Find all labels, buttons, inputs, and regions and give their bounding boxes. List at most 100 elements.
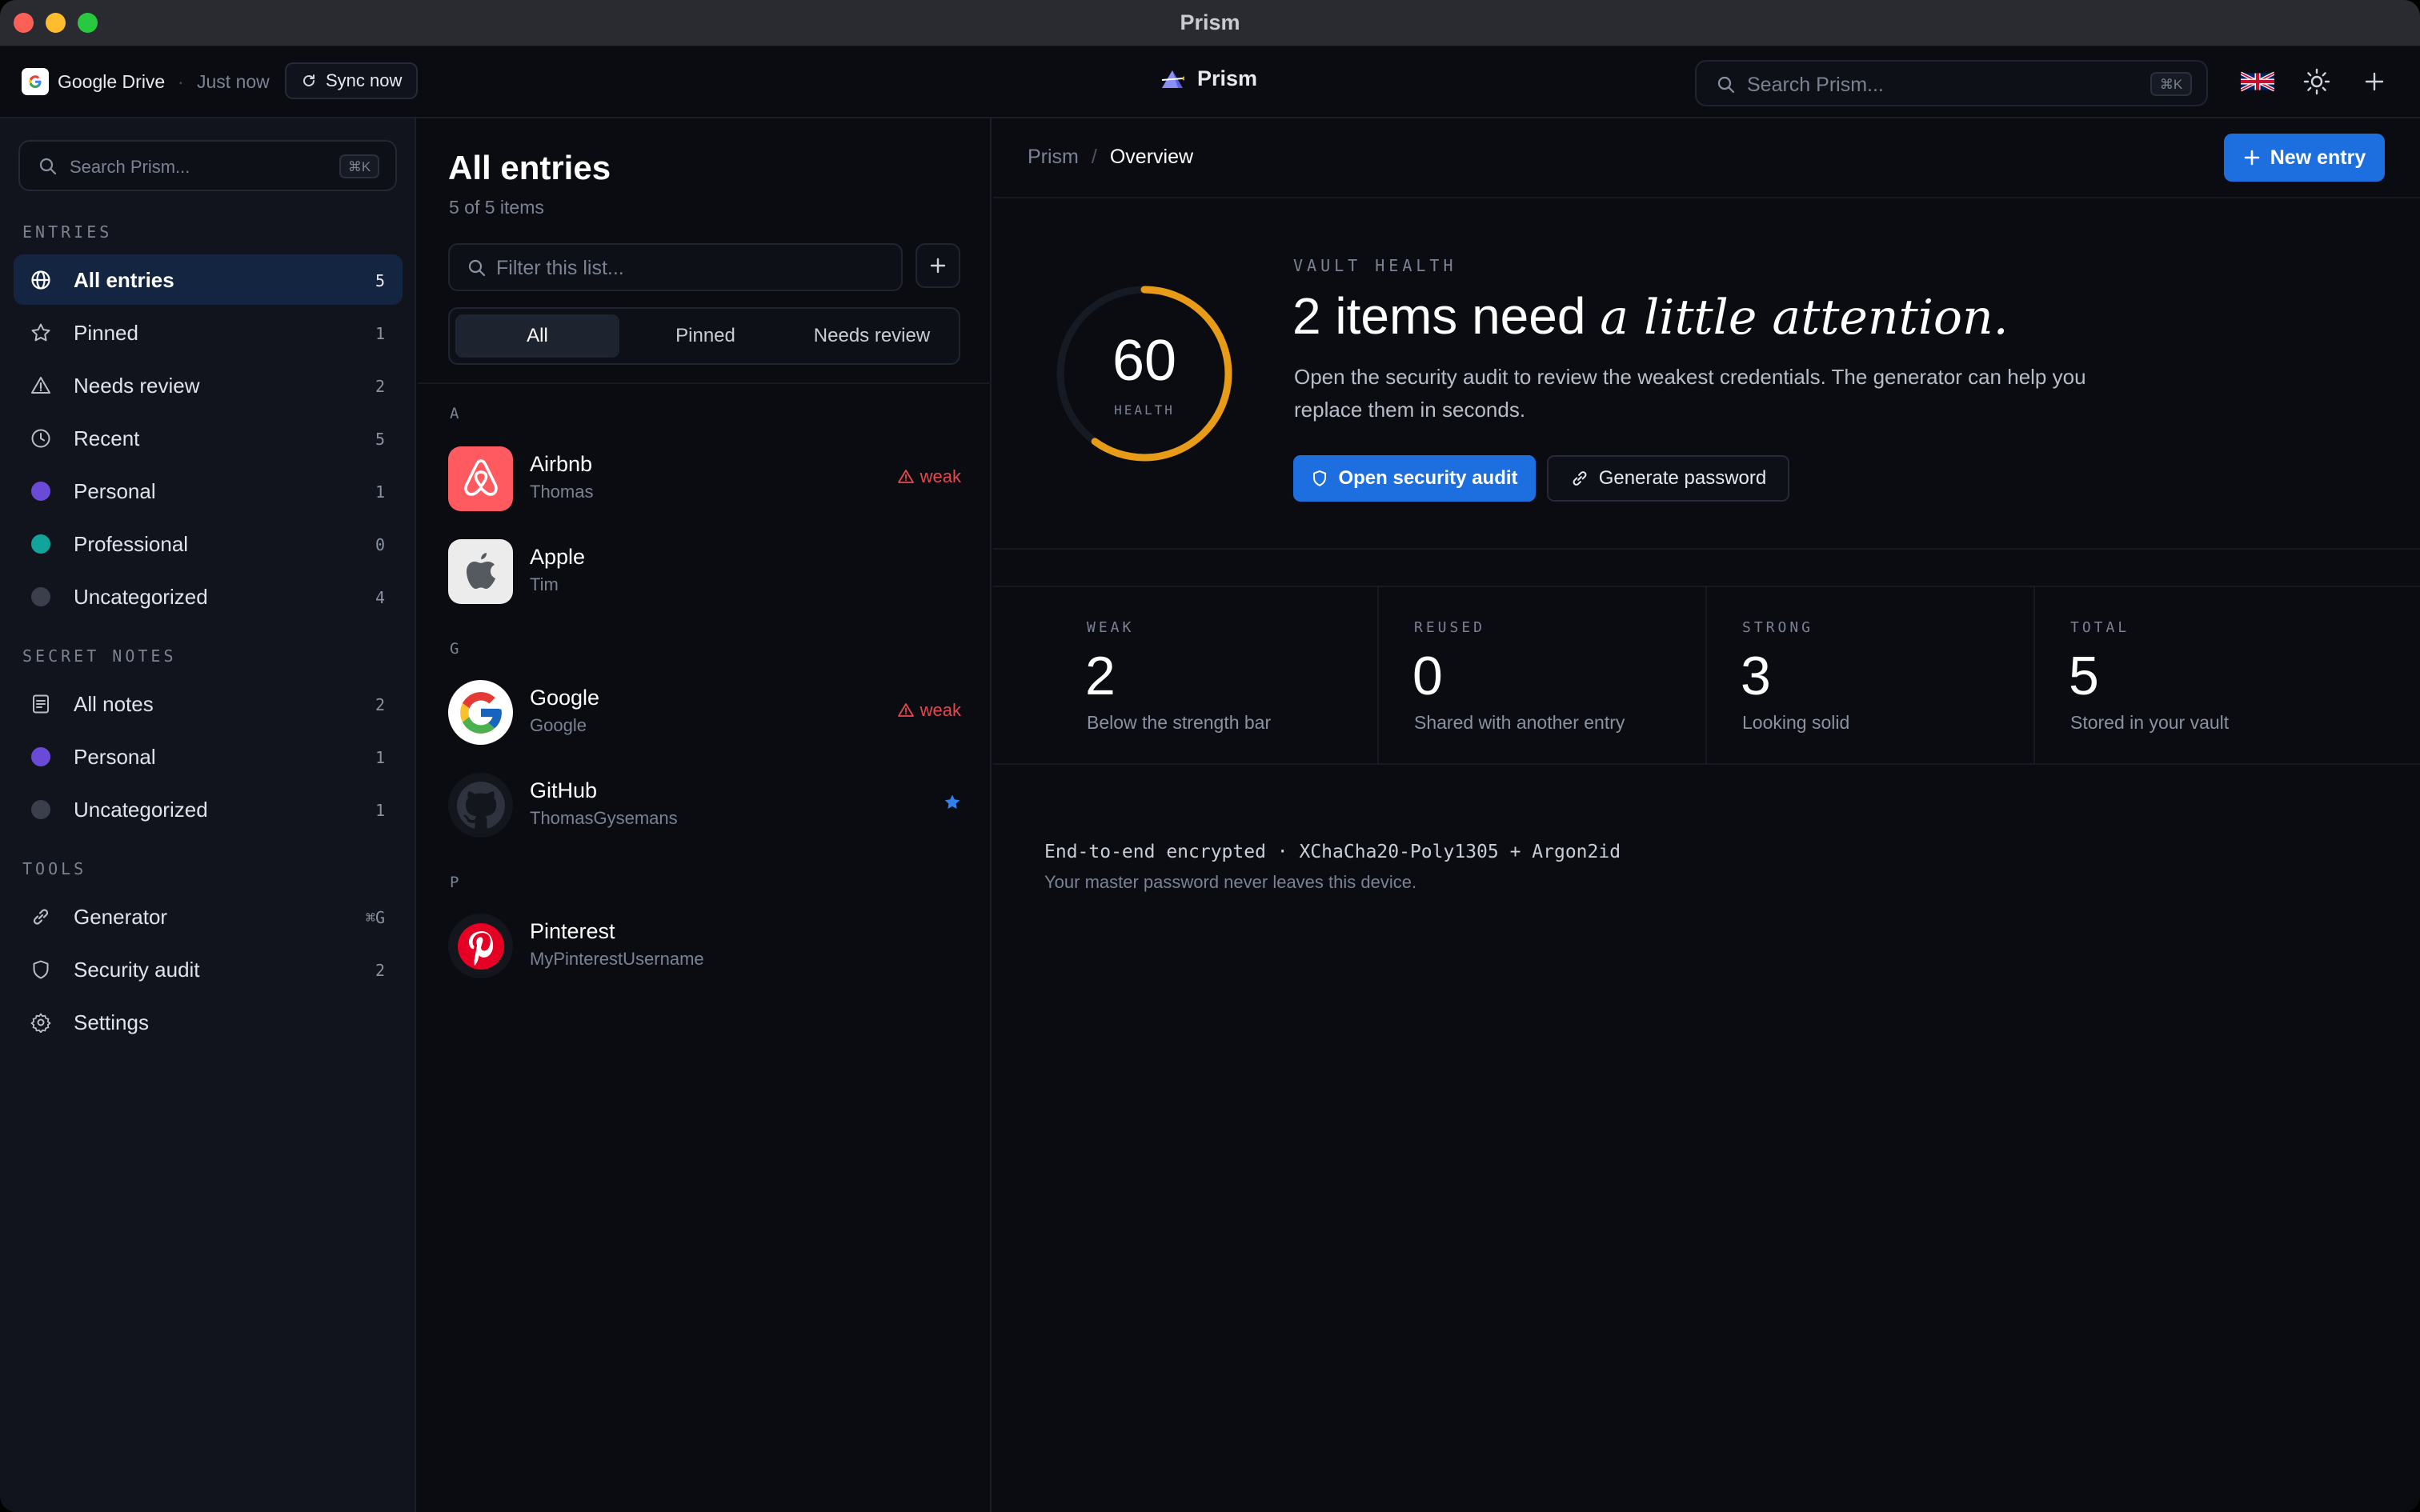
sync-now-label: Sync now: [326, 70, 403, 90]
plus-icon[interactable]: [2361, 67, 2388, 96]
weak-badge-label: weak: [920, 466, 961, 486]
filter-placeholder: Filter this list...: [496, 257, 624, 279]
search-icon: [468, 259, 486, 277]
sidebar-item-security-audit[interactable]: Security audit 2: [14, 944, 403, 994]
stat-key: WEAK: [1087, 619, 1135, 636]
divider: [993, 197, 2420, 198]
sidebar-item-personal[interactable]: Personal 1: [14, 466, 403, 516]
sidebar-item-label: Pinned: [74, 321, 138, 345]
segment-pinned[interactable]: Pinned: [623, 314, 787, 358]
sidebar-item-all-entries[interactable]: All entries 5: [14, 254, 403, 305]
refresh-icon: [303, 74, 315, 86]
google-logo-icon: [448, 680, 513, 745]
github-logo-icon: [448, 773, 513, 838]
sidebar-item-generator[interactable]: Generator ⌘G: [14, 891, 403, 942]
vault-health-headline: 2 items need a little attention.: [1292, 286, 2009, 346]
title-bar: Prism: [0, 0, 2420, 46]
secret-notes-section-header: SECRET NOTES: [22, 646, 177, 666]
search-shortcut: ⌘K: [2150, 72, 2192, 96]
warning-icon: [30, 375, 51, 396]
gray-dot-icon: [31, 800, 50, 819]
entries-section-header: ENTRIES: [22, 222, 113, 242]
sidebar-item-count: 1: [375, 748, 385, 767]
segment-all[interactable]: All: [455, 314, 619, 358]
pinterest-logo-icon: [448, 914, 513, 978]
stats-row: WEAK 2 Below the strength bar REUSED 0 S…: [993, 586, 2420, 765]
sidebar-item-settings[interactable]: Settings: [14, 997, 403, 1047]
brand-name: Prism: [1197, 66, 1258, 90]
stat-key: STRONG: [1742, 619, 1814, 636]
sidebar-item-count: 0: [375, 535, 385, 554]
entry-name: Google: [530, 686, 600, 710]
vault-health-description: Open the security audit to review the we…: [1294, 365, 2086, 422]
sidebar-item-label: Recent: [74, 426, 140, 450]
sidebar-item-all-notes[interactable]: All notes 2: [14, 678, 403, 729]
link-icon: [30, 906, 51, 927]
open-security-audit-button[interactable]: Open security audit: [1293, 455, 1536, 502]
stat-desc: Looking solid: [1742, 712, 1850, 733]
purple-dot-icon: [31, 482, 50, 501]
sidebar-item-notes-personal[interactable]: Personal 1: [14, 731, 403, 782]
plus-icon: [930, 258, 946, 274]
health-score-label: HEALTH: [1114, 402, 1175, 418]
warning-icon: [897, 703, 914, 717]
new-entry-button[interactable]: New entry: [2224, 134, 2385, 182]
entries-list-panel: All entries 5 of 5 items Filter this lis…: [418, 118, 992, 1512]
sidebar-item-professional[interactable]: Professional 0: [14, 518, 403, 569]
divider: [993, 548, 2420, 550]
segment-needs-review[interactable]: Needs review: [790, 314, 954, 358]
stat-reused[interactable]: REUSED 0 Shared with another entry: [1379, 587, 1707, 763]
list-item-google[interactable]: Google Google weak: [448, 672, 964, 746]
sync-provider-label: Google Drive: [58, 71, 166, 92]
health-score: 60: [1112, 329, 1177, 393]
list-item-github[interactable]: GitHub ThomasGysemans: [448, 765, 964, 838]
sidebar-item-pinned[interactable]: Pinned 1: [14, 307, 403, 358]
group-letter-g: G: [450, 640, 459, 658]
add-entry-button[interactable]: [916, 243, 960, 288]
list-item-apple[interactable]: Apple Tim: [448, 531, 964, 605]
sun-icon[interactable]: [2302, 67, 2331, 96]
list-segmented-control: All Pinned Needs review: [448, 307, 960, 365]
list-item-pinterest[interactable]: Pinterest MyPinterestUsername: [448, 906, 964, 979]
shield-icon: [1313, 470, 1327, 486]
uk-flag-icon[interactable]: [2241, 70, 2274, 94]
pinned-star-icon: [944, 794, 961, 811]
generate-password-button[interactable]: Generate password: [1547, 455, 1789, 502]
sidebar-item-recent[interactable]: Recent 5: [14, 413, 403, 463]
list-title: All entries: [448, 149, 611, 186]
filter-input[interactable]: Filter this list...: [448, 243, 903, 291]
headline-text: 2 items need: [1292, 287, 1586, 345]
sidebar-item-label: Uncategorized: [74, 585, 208, 609]
gear-icon: [30, 1012, 51, 1033]
sidebar-item-uncategorized[interactable]: Uncategorized 4: [14, 571, 403, 622]
stat-key: REUSED: [1414, 619, 1486, 636]
open-security-audit-label: Open security audit: [1338, 467, 1518, 489]
breadcrumb-root[interactable]: Prism: [1028, 146, 1079, 169]
stat-strong[interactable]: STRONG 3 Looking solid: [1707, 587, 2035, 763]
new-entry-label: New entry: [2270, 146, 2366, 169]
separator-dot: ·: [178, 71, 184, 92]
clock-icon: [30, 428, 51, 449]
search-icon: [39, 158, 57, 175]
star-icon: [30, 322, 51, 343]
sidebar-search-input[interactable]: Search Prism... ⌘K: [18, 140, 397, 191]
stat-desc: Shared with another entry: [1414, 712, 1625, 733]
sidebar-item-label: All entries: [74, 268, 174, 292]
sidebar-item-count: 5: [375, 271, 385, 290]
sidebar-item-count: 2: [375, 961, 385, 980]
sidebar-item-needs-review[interactable]: Needs review 2: [14, 360, 403, 410]
list-item-airbnb[interactable]: Airbnb Thomas weak: [448, 438, 964, 512]
stat-desc: Below the strength bar: [1087, 712, 1272, 733]
sync-now-button[interactable]: Sync now: [285, 62, 418, 99]
entry-name: Pinterest: [530, 919, 615, 943]
stat-weak[interactable]: WEAK 2 Below the strength bar: [993, 587, 1379, 763]
plus-icon: [2244, 150, 2260, 166]
app-header: Google Drive · Just now Sync now Prism S…: [0, 46, 2420, 118]
stat-total[interactable]: TOTAL 5 Stored in your vault: [2035, 587, 2420, 763]
sidebar-item-label: Settings: [74, 1010, 149, 1034]
sidebar-item-notes-uncategorized[interactable]: Uncategorized 1: [14, 784, 403, 834]
tools-section-header: TOOLS: [22, 859, 87, 878]
sidebar-search-shortcut: ⌘K: [339, 154, 379, 178]
header-search-input[interactable]: Search Prism... ⌘K: [1695, 60, 2208, 106]
sidebar-item-label: Security audit: [74, 958, 200, 982]
